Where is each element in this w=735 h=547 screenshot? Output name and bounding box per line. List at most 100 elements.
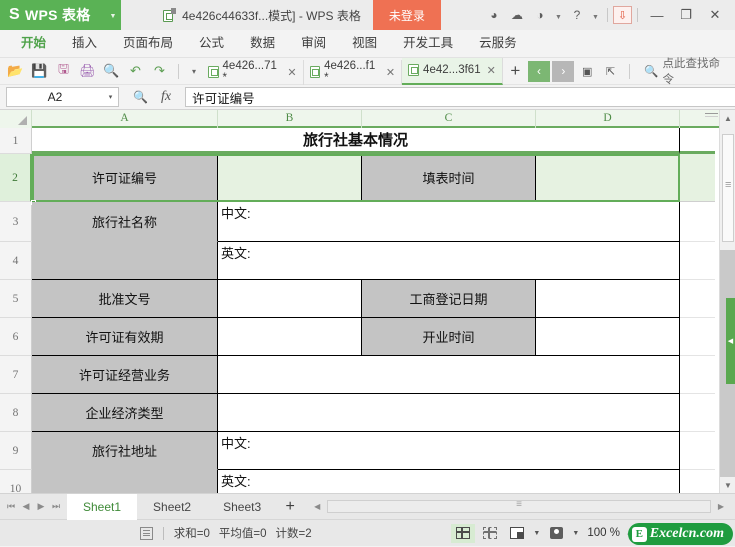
page-layout-icon[interactable] [505, 524, 529, 543]
command-search-box[interactable]: 🔍 点此查找命令 [638, 55, 729, 87]
new-document-tab-button[interactable]: + [503, 58, 528, 85]
cell-c5-registration-date-label[interactable]: 工商登记日期 [362, 280, 536, 318]
save-icon[interactable]: 💾 [28, 60, 51, 82]
cell-b7-business-scope-value[interactable] [218, 356, 680, 394]
ribbon-tab-data[interactable]: 数据 [237, 30, 288, 57]
ribbon-tab-insert[interactable]: 插入 [59, 30, 110, 57]
page-break-view-icon[interactable] [478, 524, 502, 543]
name-box-caret-icon[interactable]: ▾ [103, 93, 118, 101]
column-header-d[interactable]: D [536, 110, 680, 128]
cell-e8[interactable] [680, 394, 715, 432]
vertical-scroll-thumb[interactable] [722, 134, 734, 242]
ribbon-tab-view[interactable]: 视图 [339, 30, 390, 57]
row-header-6[interactable]: 6 [0, 318, 32, 356]
cell-b5-approval-number-value[interactable] [218, 280, 362, 318]
row-header-9[interactable]: 9 [0, 432, 32, 470]
document-tab-2[interactable]: 4e426...f1 * ✕ [304, 60, 402, 85]
cell-e4[interactable] [680, 242, 715, 280]
cell-e10[interactable] [680, 470, 715, 493]
name-box[interactable]: A2 ▾ [6, 87, 119, 107]
cell-a1-title[interactable]: 旅行社基本情况 [32, 128, 680, 154]
cell-b10-english-address[interactable]: 英文: [218, 470, 680, 493]
help-caret-icon[interactable]: ▼ [589, 0, 602, 30]
reading-mode-icon[interactable] [544, 524, 568, 543]
reading-mode-caret-icon[interactable]: ▼ [571, 530, 580, 537]
ribbon-tab-cloud[interactable]: 云服务 [466, 30, 530, 57]
cell-a9-agency-address-label[interactable]: 旅行社地址 [32, 432, 218, 470]
ribbon-tab-formulas[interactable]: 公式 [186, 30, 237, 57]
presentation-icon[interactable]: ▣ [576, 61, 597, 82]
cell-c6-opening-date-label[interactable]: 开业时间 [362, 318, 536, 356]
first-sheet-icon[interactable]: ⏮ [4, 497, 18, 517]
cell-b6-license-validity-value[interactable] [218, 318, 362, 356]
cell-d6-opening-date-value[interactable] [536, 318, 680, 356]
document-tab-3[interactable]: 4e42...3f61 ✕ [402, 58, 503, 85]
page-layout-caret-icon[interactable]: ▼ [532, 530, 541, 537]
login-status-button[interactable]: 未登录 [373, 0, 441, 30]
cell-a8-economic-type-label[interactable]: 企业经济类型 [32, 394, 218, 432]
download-icon[interactable]: ⇩ [613, 6, 632, 24]
wps-brand-logo[interactable]: S WPS 表格 [0, 0, 105, 30]
next-tab-button[interactable]: › [552, 61, 574, 82]
column-header-a[interactable]: A [32, 110, 218, 128]
select-all-corner[interactable] [0, 110, 32, 128]
add-sheet-button[interactable]: + [277, 494, 303, 520]
cell-a7-business-scope-label[interactable]: 许可证经营业务 [32, 356, 218, 394]
prev-tab-button[interactable]: ‹ [528, 61, 550, 82]
split-handle[interactable] [705, 111, 718, 116]
toolbar-more-caret-icon[interactable]: ▾ [186, 67, 202, 76]
dropbox-caret-icon[interactable]: ▼ [552, 0, 565, 30]
scroll-down-arrow-icon[interactable]: ▼ [720, 477, 735, 493]
ribbon-tab-review[interactable]: 审阅 [288, 30, 339, 57]
cell-b9-chinese-address[interactable]: 中文: [218, 432, 680, 470]
prev-sheet-icon[interactable]: ◀ [19, 497, 33, 517]
cell-b2-license-number-value[interactable] [218, 154, 362, 202]
ribbon-tab-developer[interactable]: 开发工具 [390, 30, 466, 57]
row-header-2[interactable]: 2 [0, 154, 32, 202]
next-sheet-icon[interactable]: ▶ [34, 497, 48, 517]
task-pane-toggle[interactable]: ◀ [726, 298, 735, 384]
formula-input[interactable]: 许可证编号 [185, 87, 735, 107]
cell-a2-license-number-label[interactable]: 许可证编号 [32, 154, 218, 202]
document-tab-1[interactable]: 4e426...71 * ✕ [202, 60, 304, 85]
insert-function-icon[interactable]: 🔍 [133, 90, 148, 104]
fx-label[interactable]: fx [161, 89, 171, 105]
row-header-8[interactable]: 8 [0, 394, 32, 432]
column-header-b[interactable]: B [218, 110, 362, 128]
document-tab-1-close-icon[interactable]: ✕ [287, 66, 296, 79]
globe-icon[interactable]: ◕ [483, 0, 505, 30]
row-header-3[interactable]: 3 [0, 202, 32, 242]
cell-d2-fill-date-value[interactable] [536, 154, 680, 202]
close-button[interactable]: ✕ [701, 0, 729, 30]
hscroll-right-arrow-icon[interactable]: ▶ [715, 502, 727, 511]
sheet-tab-sheet2[interactable]: Sheet2 [137, 494, 207, 520]
cell-e3[interactable] [680, 202, 715, 242]
cell-b4-english-name[interactable]: 英文: [218, 242, 680, 280]
document-tab-2-close-icon[interactable]: ✕ [386, 66, 395, 79]
brand-dropdown-caret-icon[interactable]: ▼ [105, 0, 121, 30]
sheet-tab-sheet3[interactable]: Sheet3 [207, 494, 277, 520]
cell-e6[interactable] [680, 318, 715, 356]
row-header-1[interactable]: 1 [0, 128, 32, 154]
cell-e2[interactable] [680, 154, 715, 202]
column-header-c[interactable]: C [362, 110, 536, 128]
horizontal-scrollbar[interactable]: ◀ ▶ [303, 494, 735, 520]
sheet-tab-sheet1[interactable]: Sheet1 [67, 494, 137, 520]
horizontal-scroll-track[interactable] [327, 500, 711, 513]
cell-e9[interactable] [680, 432, 715, 470]
cell-b8-economic-type-value[interactable] [218, 394, 680, 432]
ribbon-tab-page-layout[interactable]: 页面布局 [110, 30, 186, 57]
print-icon[interactable]: 🖨 [76, 60, 99, 82]
document-tab-3-close-icon[interactable]: ✕ [487, 64, 496, 77]
cell-a5-approval-number-label[interactable]: 批准文号 [32, 280, 218, 318]
cell-a10-agency-address-merged[interactable] [32, 470, 218, 493]
cloud-icon[interactable]: ☁ [506, 0, 528, 30]
open-folder-icon[interactable]: 📂 [4, 60, 27, 82]
redo-icon[interactable]: ↷ [148, 60, 171, 82]
last-sheet-icon[interactable]: ⏭ [49, 497, 63, 517]
cell-e7[interactable] [680, 356, 715, 394]
maximize-button[interactable]: ❐ [672, 0, 700, 30]
row-header-7[interactable]: 7 [0, 356, 32, 394]
print-preview-icon[interactable]: 🔍 [100, 60, 123, 82]
cell-a6-license-validity-label[interactable]: 许可证有效期 [32, 318, 218, 356]
